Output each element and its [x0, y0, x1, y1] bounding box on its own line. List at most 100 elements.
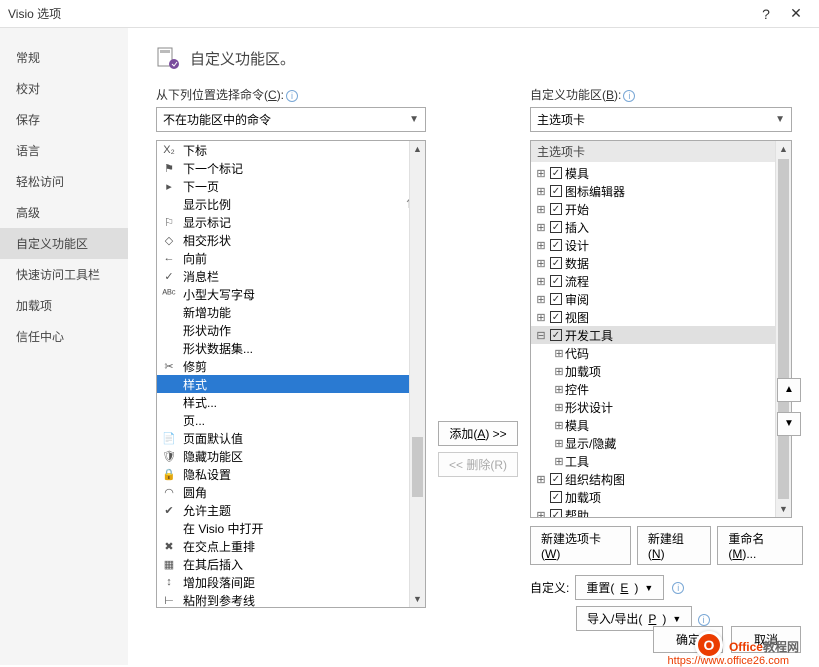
tree-item[interactable]: 加载项	[531, 488, 791, 506]
tree-checkbox[interactable]	[550, 509, 562, 518]
info-icon[interactable]: i	[623, 90, 635, 102]
scrollbar[interactable]: ▲ ▼	[775, 141, 791, 517]
tree-item[interactable]: ⊞加载项	[531, 362, 791, 380]
command-item[interactable]: ⚑下一个标记	[157, 159, 425, 177]
expand-icon[interactable]: ⊞	[535, 473, 547, 486]
sidebar-item-7[interactable]: 快速访问工具栏	[0, 259, 128, 290]
command-item[interactable]: ▸下一页	[157, 177, 425, 195]
expand-icon[interactable]: ⊞	[553, 455, 565, 468]
command-item[interactable]: 在 Visio 中打开	[157, 519, 425, 537]
tree-item[interactable]: ⊞形状设计	[531, 398, 791, 416]
sidebar-item-9[interactable]: 信任中心	[0, 321, 128, 352]
tree-item[interactable]: ⊞插入	[531, 218, 791, 236]
tree-checkbox[interactable]	[550, 293, 562, 305]
tree-item[interactable]: ⊞审阅	[531, 290, 791, 308]
commands-listbox[interactable]: X₂下标⚑下一个标记▸下一页显示比例⇅⚐显示标记◇相交形状←向前✓消息栏ᴬᴮᶜ小…	[156, 140, 426, 608]
sidebar-item-3[interactable]: 语言	[0, 135, 128, 166]
scrollbar[interactable]: ▲ ▼	[409, 141, 425, 607]
sidebar-item-5[interactable]: 高级	[0, 197, 128, 228]
command-item[interactable]: ᴬᴮᶜ小型大写字母	[157, 285, 425, 303]
command-item[interactable]: ◠圆角	[157, 483, 425, 501]
tree-item[interactable]: ⊞开始	[531, 200, 791, 218]
sidebar-item-1[interactable]: 校对	[0, 73, 128, 104]
tree-checkbox[interactable]	[550, 221, 562, 233]
tree-checkbox[interactable]	[550, 275, 562, 287]
reset-dropdown[interactable]: 重置(E) ▼	[575, 575, 664, 600]
tree-item[interactable]: ⊞视图	[531, 308, 791, 326]
tree-item[interactable]: ⊞设计	[531, 236, 791, 254]
scroll-thumb[interactable]	[778, 159, 789, 499]
expand-icon[interactable]: ⊞	[535, 275, 547, 288]
expand-icon[interactable]: ⊞	[535, 239, 547, 252]
command-item[interactable]: 显示比例⇅	[157, 195, 425, 213]
command-item[interactable]: ✔允许主题	[157, 501, 425, 519]
rename-button[interactable]: 重命名(M)...	[717, 526, 803, 565]
command-item[interactable]: 🔒隐私设置	[157, 465, 425, 483]
command-item[interactable]: ◇相交形状	[157, 231, 425, 249]
move-down-button[interactable]: ▼	[777, 412, 801, 436]
tree-item[interactable]: ⊞控件	[531, 380, 791, 398]
move-up-button[interactable]: ▲	[777, 378, 801, 402]
commands-from-dropdown[interactable]: 不在功能区中的命令▼	[156, 107, 426, 132]
ribbon-tree[interactable]: 主选项卡 ⊞模具⊞图标编辑器⊞开始⊞插入⊞设计⊞数据⊞流程⊞审阅⊞视图⊟开发工具…	[530, 140, 792, 518]
command-item[interactable]: ✖在交点上重排	[157, 537, 425, 555]
command-item[interactable]: 形状动作▸	[157, 321, 425, 339]
info-icon[interactable]: i	[698, 614, 710, 626]
command-item[interactable]: ⚐显示标记	[157, 213, 425, 231]
expand-icon[interactable]: ⊞	[535, 185, 547, 198]
command-item[interactable]: 📄页面默认值	[157, 429, 425, 447]
command-item[interactable]: ⊢粘附到参考线	[157, 591, 425, 607]
command-item[interactable]: ↕增加段落间距	[157, 573, 425, 591]
new-group-button[interactable]: 新建组(N)	[637, 526, 711, 565]
command-item[interactable]: ▦在其后插入	[157, 555, 425, 573]
command-item[interactable]: ✂修剪	[157, 357, 425, 375]
tree-item[interactable]: ⊞流程	[531, 272, 791, 290]
tree-checkbox[interactable]	[550, 203, 562, 215]
tree-checkbox[interactable]	[550, 239, 562, 251]
sidebar-item-0[interactable]: 常规	[0, 42, 128, 73]
expand-icon[interactable]: ⊞	[535, 221, 547, 234]
tree-checkbox[interactable]	[550, 329, 562, 341]
expand-icon[interactable]: ⊞	[535, 257, 547, 270]
collapse-icon[interactable]: ⊟	[535, 329, 547, 342]
expand-icon[interactable]: ⊞	[535, 203, 547, 216]
expand-icon[interactable]: ⊞	[553, 419, 565, 432]
tree-item[interactable]: ⊞图标编辑器	[531, 182, 791, 200]
tree-item[interactable]: ⊟开发工具	[531, 326, 791, 344]
command-item[interactable]: ←向前	[157, 249, 425, 267]
tree-checkbox[interactable]	[550, 185, 562, 197]
command-item[interactable]: 样式...	[157, 393, 425, 411]
expand-icon[interactable]: ⊞	[553, 401, 565, 414]
tree-item[interactable]: ⊞代码	[531, 344, 791, 362]
expand-icon[interactable]: ⊞	[535, 509, 547, 519]
command-item[interactable]: X₂下标	[157, 141, 425, 159]
tree-item[interactable]: ⊞显示/隐藏	[531, 434, 791, 452]
tree-checkbox[interactable]	[550, 491, 562, 503]
add-button[interactable]: 添加(A) >>	[438, 421, 518, 446]
scroll-thumb[interactable]	[412, 437, 423, 497]
expand-icon[interactable]: ⊞	[535, 293, 547, 306]
info-icon[interactable]: i	[286, 90, 298, 102]
command-item[interactable]: 形状数据集...	[157, 339, 425, 357]
sidebar-item-6[interactable]: 自定义功能区	[0, 228, 128, 259]
tree-item[interactable]: ⊞模具	[531, 416, 791, 434]
tree-item[interactable]: ⊞组织结构图	[531, 470, 791, 488]
tree-item[interactable]: ⊞模具	[531, 164, 791, 182]
tree-checkbox[interactable]	[550, 473, 562, 485]
command-item[interactable]: 页...▸	[157, 411, 425, 429]
tree-item[interactable]: ⊞工具	[531, 452, 791, 470]
tree-checkbox[interactable]	[550, 257, 562, 269]
tree-checkbox[interactable]	[550, 167, 562, 179]
scroll-up-button[interactable]: ▲	[776, 141, 791, 157]
new-tab-button[interactable]: 新建选项卡(W)	[530, 526, 631, 565]
tree-item[interactable]: ⊞帮助	[531, 506, 791, 518]
expand-icon[interactable]: ⊞	[553, 365, 565, 378]
info-icon[interactable]: i	[672, 582, 684, 594]
tree-item[interactable]: ⊞数据	[531, 254, 791, 272]
scroll-down-button[interactable]: ▼	[410, 591, 425, 607]
expand-icon[interactable]: ⊞	[535, 311, 547, 324]
expand-icon[interactable]: ⊞	[535, 167, 547, 180]
expand-icon[interactable]: ⊞	[553, 383, 565, 396]
close-button[interactable]: ✕	[781, 5, 811, 22]
expand-icon[interactable]: ⊞	[553, 437, 565, 450]
